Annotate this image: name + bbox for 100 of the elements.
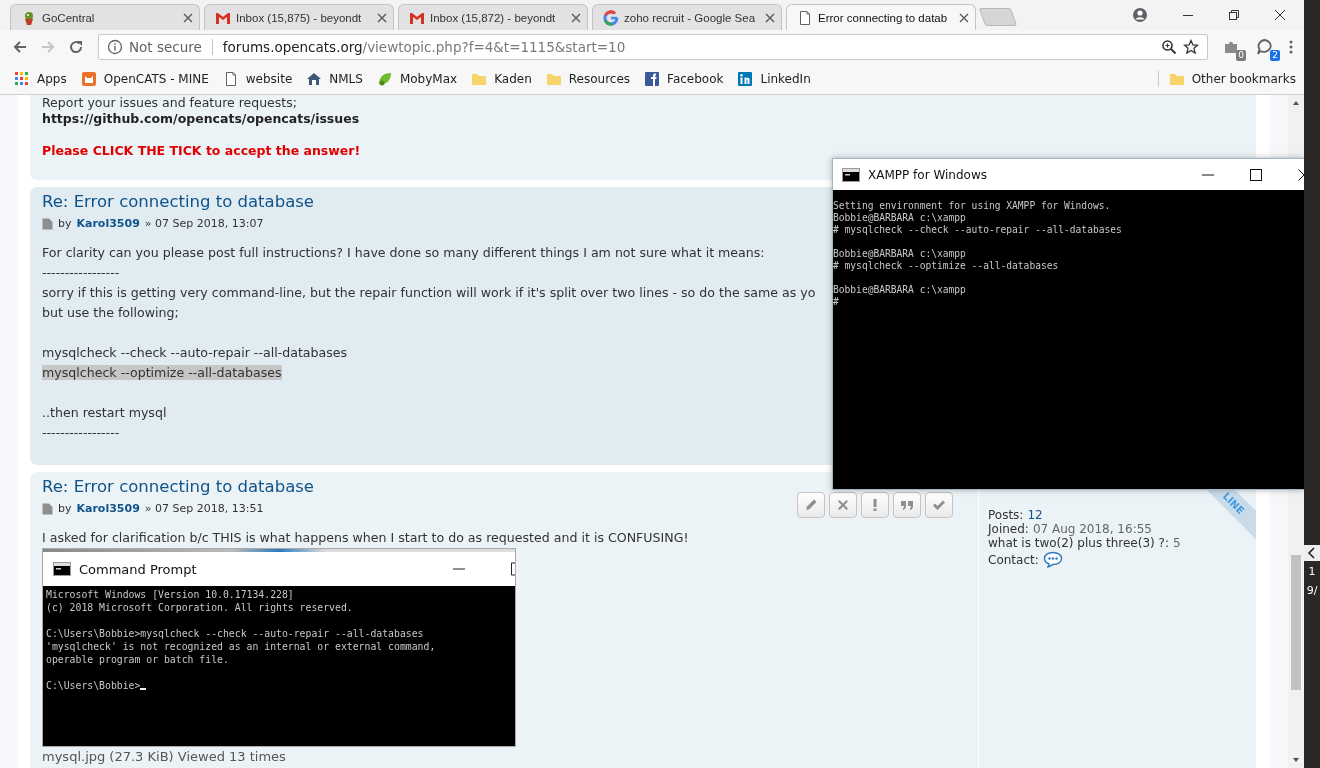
profile-value: 5 (1172, 536, 1181, 550)
action-button[interactable] (861, 492, 889, 518)
bookmark[interactable]: Facebook (644, 70, 724, 87)
console-icon (53, 562, 71, 576)
action-button[interactable] (829, 492, 857, 518)
house-icon (306, 70, 323, 87)
bookmark[interactable]: Kaden (471, 70, 532, 87)
security-label: Not secure (129, 38, 202, 55)
body-text: Report your issues and feature requests; (42, 95, 298, 111)
link-text: https://github.com/opencats/opencats/issues (42, 111, 361, 127)
byline-text: by (58, 216, 72, 232)
author-link[interactable]: Karol3509 (76, 216, 140, 232)
close-icon[interactable] (959, 12, 969, 23)
console-line: # mysqlcheck --check --auto-repair --all-databases (833, 224, 1122, 235)
post-icon[interactable] (42, 503, 53, 515)
alert-text: Please CLICK THE TICK to accept the answer! (42, 143, 362, 159)
action-button[interactable] (893, 492, 921, 518)
console-line: Bobbie@BARBARA c:\xampp (833, 248, 966, 259)
console-line: 'mysqlcheck' is not recognized as an internal or external command, (46, 640, 436, 653)
user-icon[interactable] (1132, 7, 1148, 23)
console-line: Bobbie@BARBARA c:\xampp (833, 284, 966, 295)
window-title: XAMPP for Windows (868, 167, 987, 182)
post-icon[interactable] (42, 218, 53, 230)
reload-icon[interactable] (68, 38, 84, 55)
author-link[interactable]: Karol3509 (76, 501, 140, 517)
chevron-left-icon[interactable] (1304, 545, 1320, 561)
selected-text: mysqlcheck --optimize --all-databases (42, 365, 282, 380)
action-button[interactable] (797, 492, 825, 518)
back-icon[interactable] (12, 38, 28, 55)
bookmark[interactable]: Other bookmarks (1168, 70, 1296, 87)
close-icon[interactable] (1274, 9, 1286, 21)
action-button[interactable] (925, 492, 953, 518)
scrollbar-thumb[interactable] (1291, 555, 1301, 690)
bookmark[interactable]: NMLS (306, 70, 363, 87)
post-date: » 07 Sep 2018, 13:51 (144, 501, 264, 517)
body-text: mysqlcheck --check --auto-repair --all-databases (42, 344, 348, 362)
bookmark[interactable]: LinkedIn (737, 70, 811, 87)
chat-icon (1256, 37, 1274, 56)
page-icon (797, 9, 813, 26)
console-line: operable program or batch file. (46, 653, 229, 666)
console-line: C:\Users\Bobbie>mysqlcheck --check --auto-repair --all-databases (46, 627, 424, 640)
console-icon (842, 167, 860, 182)
attachment-caption: mysql.jpg (27.3 KiB) Viewed 13 times (42, 748, 287, 766)
bookmark[interactable]: Apps (14, 70, 67, 87)
console-line: # (833, 296, 839, 307)
minimize-icon (453, 568, 465, 570)
profile-value: 07 Aug 2018, 16:55 (1032, 522, 1152, 536)
profile-label: Joined: (988, 522, 1029, 536)
post-title[interactable]: Re: Error connecting to database (42, 191, 314, 213)
tab-title: GoCentral (42, 11, 96, 24)
body-text: sorry if this is getting very command-line, but the repair function will work if it's split over two lines - so do the same as yo (42, 284, 816, 302)
speech-bubble-icon[interactable] (1042, 551, 1063, 568)
bookmark[interactable]: Resources (545, 70, 631, 87)
tab-title: zoho recruit - Google Sea (624, 11, 757, 24)
tab-title: Inbox (15,875) - beyondt (236, 11, 363, 24)
star-icon[interactable] (1183, 38, 1199, 55)
profile-label: Contact: (988, 552, 1039, 567)
url-text: forums.opencats.org/viewtopic.php?f=4&t=1115&start=10 (222, 38, 627, 55)
clock-text: 1 (1308, 564, 1316, 580)
tab-title: Error connecting to datab (818, 11, 949, 24)
body-text: ----------------- (42, 424, 120, 442)
post-date: » 07 Sep 2018, 13:07 (144, 216, 264, 232)
pencil-icon (803, 497, 819, 513)
text-cursor (140, 688, 147, 690)
maximize-icon[interactable] (1250, 168, 1262, 181)
cat-icon (80, 70, 97, 87)
browser-tab[interactable]: zoho recruit - Google Sea (592, 4, 782, 30)
browser-tab[interactable]: Inbox (15,875) - beyondt (204, 4, 394, 30)
info-icon[interactable] (107, 38, 123, 55)
bookmark[interactable]: OpenCATS - MINE (80, 70, 209, 87)
forward-icon (40, 38, 56, 55)
byline-text: by (58, 501, 72, 517)
browser-tab[interactable]: GoCentral (10, 4, 200, 30)
linkedin-icon (737, 70, 754, 87)
bookmark[interactable]: website (222, 70, 293, 87)
console-line: Setting environment for using XAMPP for Windows. (833, 200, 1111, 211)
browser-tab[interactable]: Inbox (15,872) - beyondt (398, 4, 588, 30)
console-line: Bobbie@BARBARA c:\xampp (833, 212, 966, 223)
cross-icon (835, 497, 851, 513)
body-text: ..then restart mysql (42, 404, 167, 422)
apps-icon (14, 70, 30, 87)
leaf-icon (376, 70, 393, 87)
restore-icon[interactable] (1228, 9, 1240, 21)
browser-tab[interactable]: Error connecting to datab (786, 4, 976, 30)
address-bar[interactable]: Not secure forums.opencats.org/viewtopic.php?f=4&t=1115&start=10 (98, 33, 1208, 60)
clock-text: 9/ (1306, 583, 1318, 599)
google-icon (603, 9, 619, 26)
body-text: For clarity can you please post full instructions? I have done so many different things I am not sure what it means: (42, 244, 765, 262)
console-line: Microsoft Windows [Version 10.0.17134.228] (46, 588, 294, 601)
console-line: # mysqlcheck --optimize --all-databases (833, 260, 1059, 271)
zoom-icon[interactable] (1161, 38, 1177, 55)
profile-label: what is two(2) plus three(3) ?: (988, 536, 1169, 550)
bookmark[interactable]: MobyMax (376, 70, 458, 87)
profile-link[interactable]: 12 (1027, 508, 1043, 522)
body-text: ----------------- (42, 264, 120, 282)
console-line: C:\Users\Bobbie> (46, 679, 141, 692)
tab-title: Inbox (15,872) - beyondt (430, 11, 557, 24)
maximize-icon (511, 562, 515, 576)
menu-icon[interactable] (1288, 38, 1294, 55)
post-title[interactable]: Re: Error connecting to database (42, 476, 314, 498)
